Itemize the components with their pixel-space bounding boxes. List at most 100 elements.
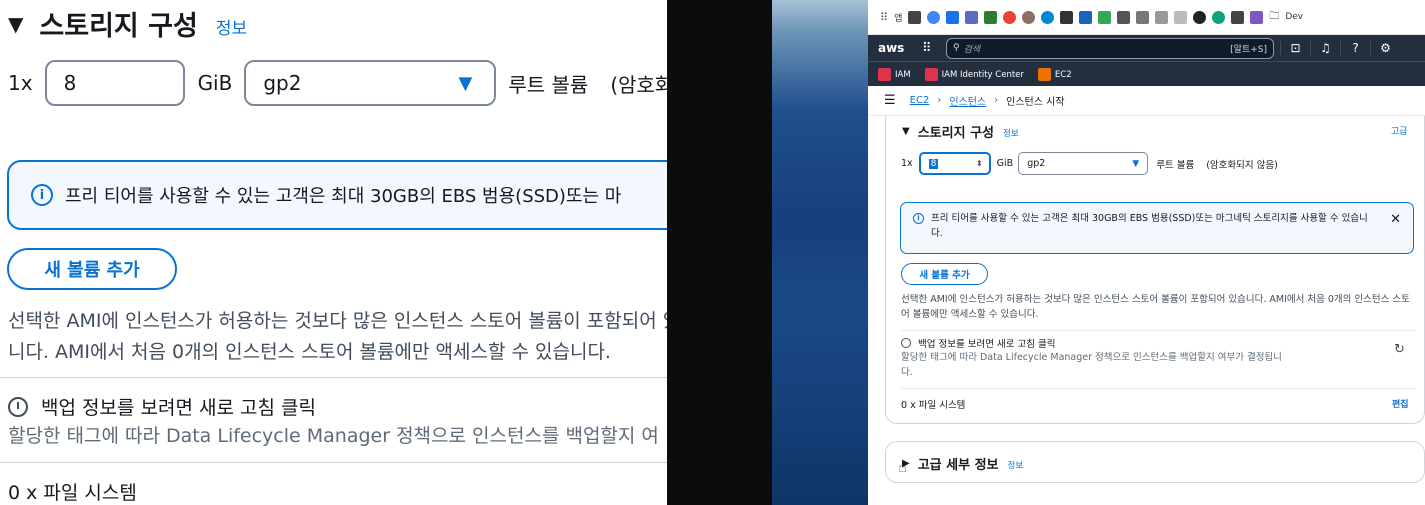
bookmark-icon[interactable] xyxy=(908,10,922,24)
folder-icon[interactable]: 🗀 xyxy=(1269,9,1279,26)
zoom-info-link[interactable]: 정보 xyxy=(216,14,247,39)
gear-icon[interactable]: ⚙ xyxy=(1370,41,1400,55)
volume-size-stepper[interactable]: 8 ⬍ xyxy=(918,152,991,175)
aws-search-input[interactable]: ⚲ 검색 [알트+S] xyxy=(946,37,1274,59)
bookmark-icon[interactable] xyxy=(927,10,941,24)
alert-text: 프리 티어를 사용할 수 있는 고객은 최대 30GB의 EBS 범용(SSD)… xyxy=(931,213,1368,239)
advanced-link[interactable]: 고급 xyxy=(1391,124,1408,137)
aws-top-nav: aws ⠿ ⚲ 검색 [알트+S] ⊡ ♫ ? ⚙ xyxy=(868,35,1425,61)
bookmark-icon[interactable] xyxy=(946,10,960,24)
bookmark-icon[interactable] xyxy=(984,10,998,24)
zoom-size-input[interactable]: 8 xyxy=(44,60,185,106)
backup-title-text: 백업 정보를 보려면 새로 고침 클릭 xyxy=(918,339,1056,350)
zoom-add-volume-button[interactable]: 새 볼륨 추가 xyxy=(7,248,177,290)
collapse-triangle-icon[interactable]: ▼ xyxy=(8,12,23,36)
divider xyxy=(901,388,1416,389)
desktop-wallpaper xyxy=(772,0,868,505)
collapse-triangle-icon[interactable]: ▼ xyxy=(902,126,910,137)
zoom-size-value: 8 xyxy=(63,71,77,95)
storage-config-card: ▼ 스토리지 구성 정보 고급 1x 8 ⬍ GiB gp2 ▼ 루트 볼륨 (… xyxy=(885,116,1425,424)
volume-type-select[interactable]: gp2 ▼ xyxy=(1018,152,1149,175)
bookmark-icon[interactable] xyxy=(1250,10,1264,24)
apps-label[interactable]: 앱 xyxy=(894,11,902,24)
caret-down-icon: ▼ xyxy=(1132,158,1140,169)
storage-section-header[interactable]: ▼ 스토리지 구성 정보 xyxy=(902,122,1019,141)
aws-logo[interactable]: aws xyxy=(878,41,908,55)
zoom-volume-type-select[interactable]: gp2 ▼ xyxy=(244,60,497,106)
help-icon[interactable]: ? xyxy=(1340,41,1370,55)
divider xyxy=(0,462,667,463)
zoom-section-header[interactable]: ▼ 스토리지 구성 정보 xyxy=(8,4,247,43)
advanced-info-link[interactable]: 정보 xyxy=(1008,459,1024,471)
zoom-description: 선택한 AMI에 인스턴스가 허용하는 것보다 많은 인스턴스 스토어 볼륨이 … xyxy=(8,310,667,363)
favorites-bar: IAM IAM Identity Center EC2 xyxy=(868,61,1425,86)
bookmark-icon[interactable] xyxy=(1193,10,1207,24)
zoom-free-tier-alert: i 프리 티어를 사용할 수 있는 고객은 최대 30GB의 EBS 범용(SS… xyxy=(7,160,667,230)
clock-icon xyxy=(901,338,911,348)
clock-icon xyxy=(8,396,28,417)
favorite-ec2[interactable]: EC2 xyxy=(1037,67,1072,81)
unit-label: GiB xyxy=(996,158,1014,169)
advanced-details-card[interactable]: ▶ 고급 세부 정보 정보 xyxy=(885,441,1425,483)
favorite-label: IAM Identity Center xyxy=(941,69,1024,80)
zoom-alert-text: 프리 티어를 사용할 수 있는 고객은 최대 30GB의 EBS 범용(SSD)… xyxy=(65,186,622,207)
instance-store-description: 선택한 AMI에 인스턴스가 허용하는 것보다 많은 인스턴스 스토어 볼륨이 … xyxy=(901,294,1410,320)
encryption-label: (암호화되지 않음) xyxy=(1206,159,1278,171)
ec2-icon xyxy=(1037,67,1051,81)
zoom-backup-subtitle: 할당한 태그에 따라 Data Lifecycle Manager 정책으로 인… xyxy=(8,425,659,447)
bookmark-icon[interactable] xyxy=(1174,10,1188,24)
bookmark-icon[interactable] xyxy=(1003,10,1017,24)
storage-info-link[interactable]: 정보 xyxy=(1003,127,1019,139)
bookmark-icon[interactable] xyxy=(1060,10,1074,24)
breadcrumb-instances[interactable]: 인스턴스 xyxy=(949,93,986,108)
browser-window: ⠿ 앱 🗀 Dev aws ⠿ ⚲ 검색 [알트+S] ⊡ ♫ ? ⚙ IAM … xyxy=(868,0,1425,505)
bookmark-icon[interactable] xyxy=(1098,10,1112,24)
chevron-right-icon: › xyxy=(994,95,999,106)
bell-icon[interactable]: ♫ xyxy=(1310,41,1340,55)
breadcrumb-ec2[interactable]: EC2 xyxy=(910,95,930,106)
advanced-section-header[interactable]: ▶ 고급 세부 정보 정보 xyxy=(902,454,1023,473)
bookmark-icon[interactable] xyxy=(1136,10,1150,24)
zoom-unit-label: GiB xyxy=(197,71,233,95)
bookmark-icon[interactable] xyxy=(1212,10,1226,24)
favorite-iam[interactable]: IAM xyxy=(878,67,911,81)
caret-down-icon: ▼ xyxy=(458,72,473,94)
zoom-file-systems: 0 x 파일 시스템 xyxy=(8,482,137,504)
divider xyxy=(901,330,1416,331)
breadcrumb: ☰ EC2 › 인스턴스 › 인스턴스 시작 xyxy=(868,86,1425,116)
iam-identity-center-icon xyxy=(924,67,938,81)
file-systems-label: 0 x 파일 시스템 xyxy=(901,400,966,411)
bookmark-icon[interactable] xyxy=(965,10,979,24)
search-placeholder: 검색 xyxy=(963,44,981,55)
zoom-root-volume-label: 루트 볼륨 xyxy=(508,72,589,97)
bookmark-icon[interactable] xyxy=(1117,10,1131,24)
favorite-iam-identity-center[interactable]: IAM Identity Center xyxy=(924,67,1024,81)
stepper-arrows-icon[interactable]: ⬍ xyxy=(976,159,983,168)
bookmark-icon[interactable] xyxy=(1155,10,1169,24)
dev-folder-label[interactable]: Dev xyxy=(1285,12,1303,22)
bookmark-icon[interactable] xyxy=(1231,10,1245,24)
iam-icon xyxy=(878,67,891,81)
services-menu-icon[interactable]: ⠿ xyxy=(922,41,940,56)
refresh-icon[interactable]: ↻ xyxy=(1394,342,1405,357)
advanced-section-title: 고급 세부 정보 xyxy=(917,458,999,473)
edit-link[interactable]: 편집 xyxy=(1392,397,1409,410)
bookmark-icon[interactable] xyxy=(1041,10,1055,24)
zoom-backup-title: 백업 정보를 보려면 새로 고침 클릭 xyxy=(8,393,316,420)
bookmark-icon[interactable] xyxy=(1079,10,1093,24)
zoom-multiplier: 1x xyxy=(8,71,33,95)
favorite-label: EC2 xyxy=(1054,69,1072,80)
hand-cursor-icon: ☝ xyxy=(898,458,908,476)
search-icon: ⚲ xyxy=(953,43,960,53)
backup-info-subtitle: 할당한 태그에 따라 Data Lifecycle Manager 정책으로 인… xyxy=(901,352,1282,378)
bookmarks-bar: ⠿ 앱 🗀 Dev xyxy=(868,0,1425,35)
cloudshell-icon[interactable]: ⊡ xyxy=(1280,41,1310,55)
bookmark-icon[interactable] xyxy=(1022,10,1036,24)
divider xyxy=(0,377,667,378)
hamburger-menu-icon[interactable]: ☰ xyxy=(884,93,896,108)
storage-section-title: 스토리지 구성 xyxy=(917,126,994,141)
add-volume-button[interactable]: 새 볼륨 추가 xyxy=(901,263,988,285)
zoom-volume-row: 1x 8 GiB gp2 ▼ 루트 볼륨 (암호화 xyxy=(8,60,667,106)
apps-grid-icon[interactable]: ⠿ xyxy=(880,11,888,24)
close-icon[interactable]: ✕ xyxy=(1390,212,1401,227)
